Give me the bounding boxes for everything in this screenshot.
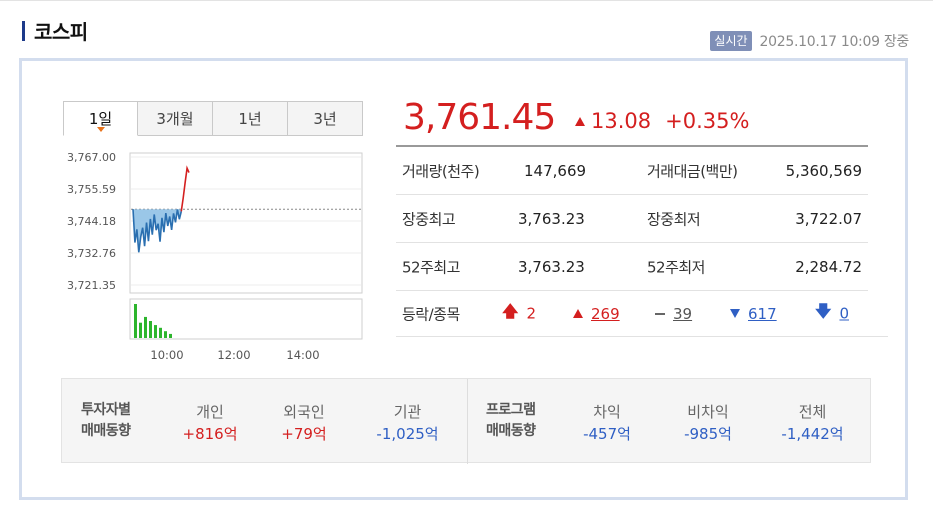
active-caret-icon [96,127,105,132]
investor-label: 투자자별 매매동향 [81,400,131,442]
investor-name: 전체 [798,403,827,421]
x-tick-label: 14:00 [286,348,319,362]
change-value: 13.08 [591,109,652,133]
volume-bar [144,316,147,338]
investor-value: -1,442억 [781,425,844,443]
y-tick-label: 3,732.76 [67,247,116,260]
intraday-low-label: 장중최저 [647,210,701,228]
upper-limit-count[interactable]: 🡅 2 [502,300,536,327]
datetime-text: 2025.10.17 10:09 장중 [759,34,910,50]
52week-low-value: 2,284.72 [795,257,862,276]
up-triangle-icon [573,309,583,318]
timestamp-area: 실시간 2025.10.17 10:09 장중 [710,31,909,51]
breadth-label: 등락/종목 [402,305,460,323]
decliners-value: 617 [748,304,777,323]
unchanged-value: 39 [673,304,693,323]
title-accent-bar [22,20,25,41]
top-divider [0,0,933,1]
investor-name: 비차익 [687,403,729,421]
flat-dash-icon [655,312,665,315]
investor-name: 개인 [196,403,224,421]
investor-name: 차익 [593,403,621,421]
stats-row: 52주최고 3,763.23 52주최저 2,284.72 [396,243,868,291]
volume-bar [164,331,167,338]
advancers-value: 269 [591,304,620,323]
trade-value-value: 5,360,569 [785,161,862,180]
investor-institution: 기관 -1,025억 [360,401,455,445]
intraday-high-label: 장중최고 [402,210,456,228]
investor-value: +79억 [281,425,327,443]
52week-low-label: 52주최저 [647,258,706,276]
price-change: 13.08 +0.35% [575,109,749,133]
volume-label: 거래량(천주) [402,162,480,180]
advancers-count[interactable]: 269 [573,305,620,323]
market-breadth: 등락/종목 🡅 2 269 39 617 🡇 0 [396,291,888,337]
y-tick-label: 3,744.18 [67,215,116,228]
tab-label: 1일 [88,110,113,128]
volume-bar [159,327,162,338]
change-percent: +0.35% [665,109,750,133]
investor-value: +816억 [182,425,238,443]
volume-bar [149,321,152,338]
investor-label-line2: 매매동향 [81,423,131,439]
unchanged-count[interactable]: 39 [655,305,692,323]
program-non-arbitrage: 비차익 -985억 [668,401,748,445]
investor-name: 외국인 [283,403,325,421]
volume-bar [139,322,142,338]
program-label-line2: 매매동향 [486,423,536,439]
investor-trading-box: 투자자별 매매동향 개인 +816억 외국인 +79억 기관 -1,025억 프… [61,378,871,464]
volume-bar [134,304,137,338]
y-tick-label: 3,755.59 [67,183,116,196]
y-tick-label: 3,721.35 [67,279,116,292]
trade-value-label: 거래대금(백만) [647,162,738,180]
tab-1year[interactable]: 1년 [213,101,288,136]
investor-value: -1,025억 [376,425,439,443]
tab-3month[interactable]: 3개월 [138,101,213,136]
volume-bar [154,325,157,338]
x-tick-label: 10:00 [150,348,183,362]
program-label: 프로그램 매매동향 [486,400,536,442]
program-label-line1: 프로그램 [486,402,536,418]
investor-name: 기관 [393,403,422,421]
y-tick-label: 3,767.00 [67,151,116,164]
period-tabs: 1일 3개월 1년 3년 [63,101,363,136]
52week-high-value: 3,763.23 [518,257,585,276]
program-arbitrage: 차익 -457억 [567,401,647,445]
volume-value: 147,669 [524,161,587,180]
stats-row: 장중최고 3,763.23 장중최저 3,722.07 [396,195,868,243]
tab-label: 3개월 [156,110,194,128]
investor-foreign: 외국인 +79억 [264,401,344,445]
intraday-chart: 3,767.00 3,755.59 3,744.18 3,732.76 3,721.35… [67,151,363,362]
stats-row: 거래량(천주) 147,669 거래대금(백만) 5,360,569 [396,147,868,195]
index-header: 코스피 [22,16,88,45]
volume-bar [169,333,172,338]
intraday-high-value: 3,763.23 [518,209,585,228]
index-card: 1일 3개월 1년 3년 3,767.00 3,755.59 3,744.18 3,7… [19,58,908,500]
tab-label: 3년 [313,110,337,128]
investor-value: -985억 [684,425,732,443]
upper-limit-arrow-icon: 🡅 [502,301,519,320]
current-price: 3,761.45 [403,97,556,138]
investor-individual: 개인 +816억 [170,401,250,445]
lower-limit-count[interactable]: 🡇 0 [815,300,849,327]
intraday-low-value: 3,722.07 [795,209,862,228]
x-tick-label: 12:00 [217,348,250,362]
tab-1day[interactable]: 1일 [63,101,138,136]
program-total: 전체 -1,442억 [765,401,860,445]
down-triangle-icon [730,309,740,318]
index-title: 코스피 [34,20,88,44]
lower-limit-arrow-icon: 🡇 [815,301,832,320]
tab-label: 1년 [238,110,262,128]
stats-table: 거래량(천주) 147,669 거래대금(백만) 5,360,569 장중최고 … [396,145,868,291]
investor-value: -457억 [583,425,631,443]
up-triangle-icon [575,116,585,126]
realtime-badge: 실시간 [710,31,752,51]
decliners-count[interactable]: 617 [730,305,777,323]
lower-limit-value: 0 [839,304,849,323]
tab-3year[interactable]: 3년 [288,101,363,136]
52week-high-label: 52주최고 [402,258,461,276]
upper-limit-value: 2 [526,304,536,323]
investor-divider [467,379,468,464]
investor-label-line1: 투자자별 [81,402,131,418]
